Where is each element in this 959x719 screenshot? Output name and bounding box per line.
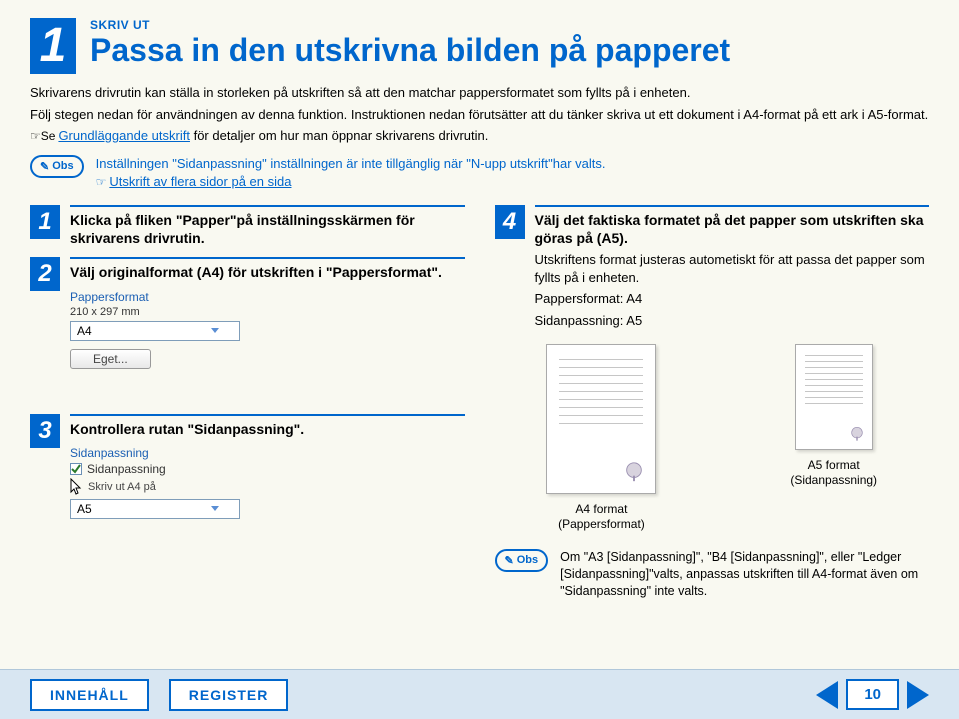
kicker: SKRIV UT (90, 18, 730, 32)
step-4-note2: Sidanpassning: A5 (535, 312, 930, 330)
obs-badge-2: ✎ Obs (495, 549, 549, 572)
step-number-2: 2 (30, 257, 60, 291)
checkbox-checked-icon[interactable] (70, 463, 82, 475)
obs-badge: ✎ Obs (30, 155, 84, 178)
paper-format-mock: Pappersformat 210 x 297 mm A4 Eget... (70, 290, 465, 374)
contents-button[interactable]: INNEHÅLL (30, 679, 149, 711)
page-number: 10 (846, 679, 899, 710)
intro-paragraph-1: Skrivarens drivrutin kan ställa in storl… (30, 84, 929, 102)
next-page-arrow[interactable] (907, 681, 929, 709)
footer: INNEHÅLL REGISTER 10 (0, 669, 959, 719)
a4-label: A4 format (558, 502, 645, 518)
fit-size-select[interactable]: A5 (70, 499, 240, 519)
intro-paragraph-2: Följ stegen nedan för användningen av de… (30, 106, 929, 124)
intro-link-line: ☞Se Grundläggande utskrift för detaljer … (30, 127, 929, 145)
tree-icon (623, 461, 645, 483)
print-on-text: Skriv ut A4 på (88, 481, 156, 493)
step-1-title: Klicka på fliken "Papper"på inställnings… (70, 205, 465, 247)
a5-label: A5 format (790, 458, 877, 474)
pencil-icon: ✎ (505, 554, 514, 567)
tree-icon (849, 426, 865, 442)
custom-button[interactable]: Eget... (70, 349, 151, 369)
fit-label: Sidanpassning (70, 446, 465, 460)
paper-dims: 210 x 297 mm (70, 306, 465, 318)
step-number-1: 1 (30, 205, 60, 239)
basic-print-link[interactable]: Grundläggande utskrift (58, 128, 190, 143)
paper-format-label: Pappersformat (70, 290, 465, 304)
section-number: 1 (30, 18, 76, 74)
a5-sheet-icon (795, 344, 873, 450)
obs-text: Inställningen "Sidanpassning" inställnin… (96, 155, 606, 173)
pencil-icon: ✎ (40, 160, 49, 173)
a5-sublabel: (Sidanpassning) (790, 473, 877, 489)
paper-format-select[interactable]: A4 (70, 321, 240, 341)
obs2-text: Om "A3 [Sidanpassning]", "B4 [Sidanpassn… (560, 549, 929, 600)
step-4-note1: Pappersformat: A4 (535, 290, 930, 308)
fit-checkbox-label: Sidanpassning (87, 462, 166, 476)
step-3-title: Kontrollera rutan "Sidanpassning". (70, 414, 465, 438)
cursor-icon (70, 478, 84, 496)
multi-page-link[interactable]: Utskrift av flera sidor på en sida (109, 174, 291, 189)
register-button[interactable]: REGISTER (169, 679, 289, 711)
pointer-icon: ☞Se (30, 128, 55, 144)
prev-page-arrow[interactable] (816, 681, 838, 709)
a4-sublabel: (Pappersformat) (558, 517, 645, 533)
step-4-title: Välj det faktiska formatet på det papper… (535, 205, 930, 247)
format-diagram: A4 format (Pappersformat) A5 format (Sid… (495, 344, 930, 533)
fit-to-page-mock: Sidanpassning Sidanpassning Skriv ut A4 … (70, 446, 465, 519)
step-4-sub: Utskriftens format justeras autometiskt … (535, 251, 930, 286)
step-number-4: 4 (495, 205, 525, 239)
step-2-title: Välj originalformat (A4) för utskriften … (70, 257, 465, 281)
page-title: Passa in den utskrivna bilden på pappere… (90, 34, 730, 68)
a4-sheet-icon (546, 344, 656, 494)
pointer-icon: ☞ (96, 174, 107, 191)
step-number-3: 3 (30, 414, 60, 448)
